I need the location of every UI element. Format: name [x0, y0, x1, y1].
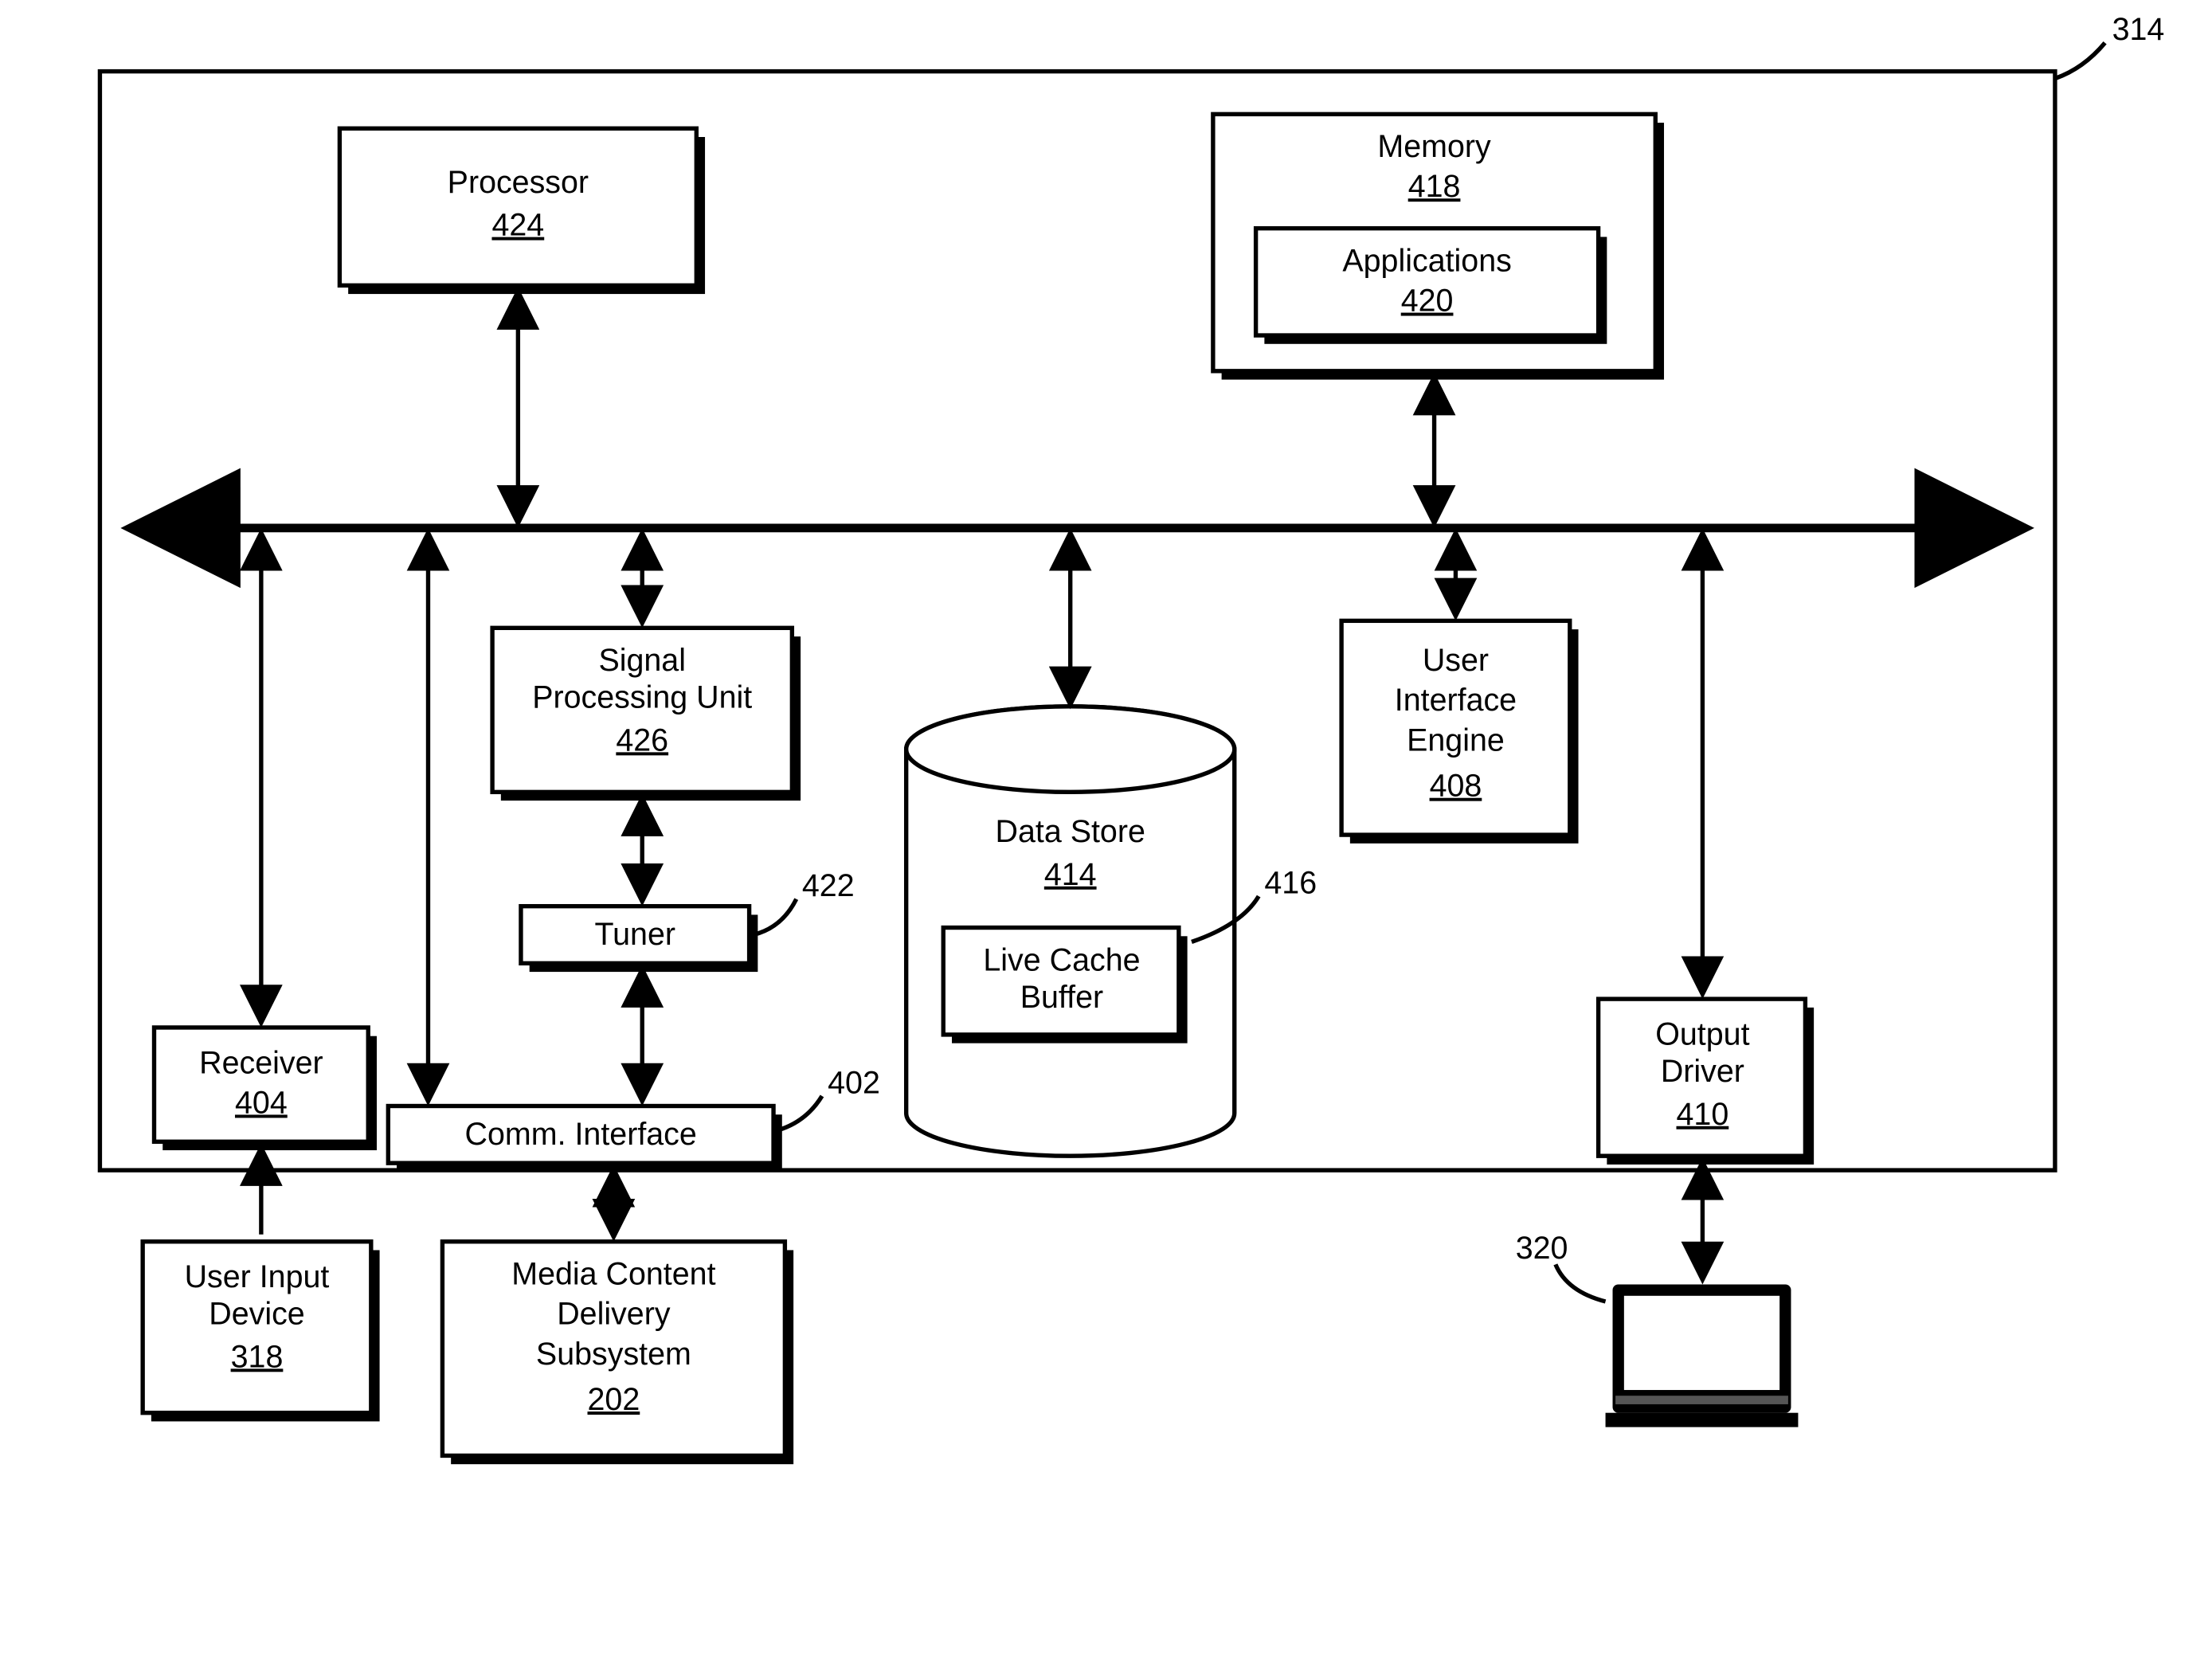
tuner-ref: 422	[802, 868, 855, 903]
monitor-ref: 320	[1516, 1231, 1568, 1266]
tuner-label: Tuner	[595, 917, 675, 952]
media-content-delivery-subsystem-block: Media Content Delivery Subsystem 202	[442, 1242, 793, 1464]
svg-text:Device: Device	[209, 1297, 304, 1332]
spu-ref: 426	[616, 722, 668, 758]
svg-text:Engine: Engine	[1407, 722, 1505, 758]
figure-ref: 314	[2112, 12, 2165, 47]
receiver-ref: 404	[235, 1085, 288, 1120]
svg-text:Buffer: Buffer	[1020, 980, 1103, 1015]
svg-text:Live Cache: Live Cache	[983, 942, 1140, 977]
receiver-label: Receiver	[199, 1045, 323, 1080]
svg-text:Delivery: Delivery	[557, 1297, 671, 1332]
processor-ref: 424	[491, 208, 544, 243]
livecache-ref: 416	[1264, 866, 1317, 901]
diagram-root: 314 Processor 424 Memory 418 Application…	[0, 0, 2212, 1655]
receiver-block: Receiver 404	[154, 1028, 376, 1150]
applications-ref: 420	[1401, 284, 1454, 319]
uie-ref: 408	[1430, 769, 1482, 804]
datastore-label: Data Store	[996, 814, 1145, 849]
svg-text:Media Content: Media Content	[511, 1256, 715, 1291]
tuner-block: Tuner	[521, 906, 758, 972]
user-interface-engine-block: User Interface Engine 408	[1341, 621, 1578, 843]
output-ref: 410	[1677, 1097, 1729, 1132]
signal-processing-unit-block: Signal Processing Unit 426	[492, 628, 801, 801]
memory-label: Memory	[1377, 129, 1491, 164]
applications-label: Applications	[1342, 243, 1511, 278]
mcds-ref: 202	[588, 1382, 640, 1417]
svg-text:User: User	[1423, 643, 1489, 678]
user-input-device-block: User Input Device 318	[143, 1242, 379, 1422]
svg-text:User Input: User Input	[185, 1259, 330, 1294]
comm-interface-block: Comm. Interface	[388, 1106, 781, 1171]
comm-ref: 402	[828, 1065, 880, 1100]
processor-label: Processor	[448, 165, 589, 200]
monitor-icon	[1606, 1284, 1799, 1427]
memory-ref: 418	[1408, 169, 1461, 204]
processor-block: Processor 424	[339, 128, 705, 294]
live-cache-buffer-block: Live Cache Buffer	[943, 928, 1187, 1043]
svg-text:Interface: Interface	[1395, 683, 1517, 718]
svg-text:Driver: Driver	[1661, 1054, 1744, 1089]
svg-text:Signal: Signal	[598, 643, 686, 678]
output-driver-block: Output Driver 410	[1599, 999, 1815, 1165]
data-store-block: Data Store 414 Live Cache Buffer	[906, 707, 1235, 1156]
comm-label: Comm. Interface	[465, 1117, 697, 1152]
svg-text:Processing Unit: Processing Unit	[532, 680, 752, 715]
applications-block: Applications 420	[1256, 229, 1607, 344]
memory-block: Memory 418 Applications 420	[1213, 114, 1664, 379]
uid-ref: 318	[231, 1339, 284, 1374]
svg-text:Subsystem: Subsystem	[536, 1337, 691, 1372]
datastore-ref: 414	[1044, 857, 1097, 892]
svg-text:Output: Output	[1655, 1016, 1749, 1051]
